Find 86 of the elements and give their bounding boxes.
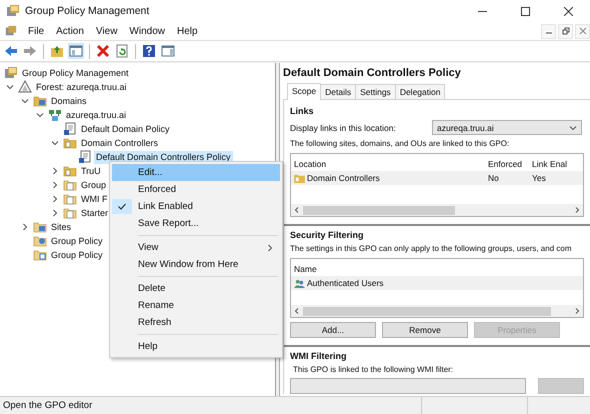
chevron-down-icon[interactable] [36,111,44,119]
menu-item[interactable]: View [112,239,280,256]
table-cell: Authenticated Users [307,278,384,288]
menu-item[interactable]: Help [171,26,204,36]
chevron-right-icon[interactable] [21,223,29,231]
tree-item[interactable]: Domain Controllers [79,136,160,150]
action-pane-icon[interactable] [160,43,176,59]
table-cell: Domain Controllers [307,173,380,183]
tree-item[interactable]: Default Domain Policy [79,122,172,136]
console-icon [4,66,18,80]
tab[interactable]: Scope [287,83,322,100]
column-header[interactable]: Enforced [488,159,532,169]
table-cell-text: Yes [532,173,547,183]
menu-item[interactable]: File [22,26,50,36]
column-header[interactable]: Name [291,264,488,274]
menu-item[interactable]: Rename [112,297,280,314]
chevron-right-icon[interactable] [51,181,59,189]
description-text: The settings in this GPO can only apply to the following groups, users, and com [290,244,572,253]
menu-item[interactable]: Refresh [112,314,280,331]
chevron-down-icon[interactable] [21,97,29,105]
menu-item[interactable]: New Window from Here [112,256,280,273]
users-icon [294,278,305,288]
refresh-icon[interactable] [114,43,130,59]
tree-item[interactable]: Group Policy [49,248,105,262]
tree-item[interactable]: Group [79,178,108,192]
status-text: Open the GPO editor [2,400,94,411]
horizontal-scrollbar[interactable] [291,204,583,216]
back-arrow-icon[interactable] [3,43,19,59]
dialog-button[interactable]: Remove [382,322,468,338]
tree-pane-icon[interactable] [68,43,84,59]
scroll-right-icon[interactable] [573,206,581,214]
chevron-right-icon[interactable] [51,209,59,217]
close-icon[interactable] [564,6,573,16]
restore-icon[interactable] [558,24,573,38]
dialog-button[interactable]: Add... [290,322,376,338]
console-icon[interactable] [5,25,17,37]
scroll-left-icon[interactable] [293,307,301,315]
delete-icon[interactable] [95,43,111,59]
tree-item[interactable]: Sites [49,220,74,234]
tree-item[interactable]: Domains [49,94,89,108]
chevron-right-icon[interactable] [51,167,59,175]
menu-item[interactable]: Enforced [112,181,280,198]
tab[interactable]: Settings [355,84,396,99]
column-header[interactable]: Link Enal [532,159,583,169]
location-dropdown[interactable]: azureqa.truu.ai [432,120,582,135]
tab[interactable]: Delegation [394,84,446,99]
menu-item[interactable]: Delete [112,280,280,297]
menu-item[interactable]: Help [112,338,280,355]
scroll-left-icon[interactable] [293,206,301,214]
scroll-icon [78,150,92,164]
chevron-right-icon[interactable] [51,195,59,203]
tree-item[interactable]: Group Policy Management [20,66,131,80]
menu-item[interactable]: Window [123,26,171,36]
tab[interactable]: Details [320,84,356,99]
tree-item[interactable]: Group Policy [49,234,105,248]
chevron-down-icon[interactable] [51,139,59,147]
menu-item[interactable]: Action [50,26,90,36]
tree-item[interactable]: azureqa.truu.ai [64,108,128,122]
horizontal-scrollbar[interactable] [291,305,583,317]
section-heading: Links [290,106,315,116]
tree-item[interactable]: TruU [79,164,103,178]
console-icon [6,4,20,18]
chevron-down-icon[interactable] [6,83,14,91]
scroll-icon [63,122,77,136]
column-header[interactable]: Location [291,159,488,169]
section-heading: WMI Filtering [290,351,348,361]
scroll-right-icon[interactable] [573,307,581,315]
checkmark-icon [112,199,132,214]
triangle-icon [18,80,32,94]
window-title: Group Policy Management [25,5,150,17]
section-heading: Security Filtering [290,230,365,240]
minimize-icon[interactable] [541,24,556,38]
menu-item[interactable]: View [90,26,124,36]
location-label: Display links in this location: [290,122,397,132]
tree-item[interactable]: Starter [79,206,110,220]
tree-item[interactable]: Forest: azureqa.truu.ai [34,80,129,94]
menu-item[interactable]: Link Enabled [112,198,280,215]
policy-title: Default Domain Controllers Policy [283,67,462,79]
description-text: The following sites, domains, and OUs are linked to this GPO: [290,139,510,148]
description-text: This GPO is linked to the following WMI filter: [292,365,454,374]
tree-item[interactable]: WMI F [79,192,110,206]
maximize-icon[interactable] [521,6,530,16]
menu-item[interactable]: Save Report... [112,215,280,232]
table-cell-text: No [488,173,500,183]
help-icon[interactable] [141,43,157,59]
menu-item[interactable]: Edit... [112,164,280,181]
